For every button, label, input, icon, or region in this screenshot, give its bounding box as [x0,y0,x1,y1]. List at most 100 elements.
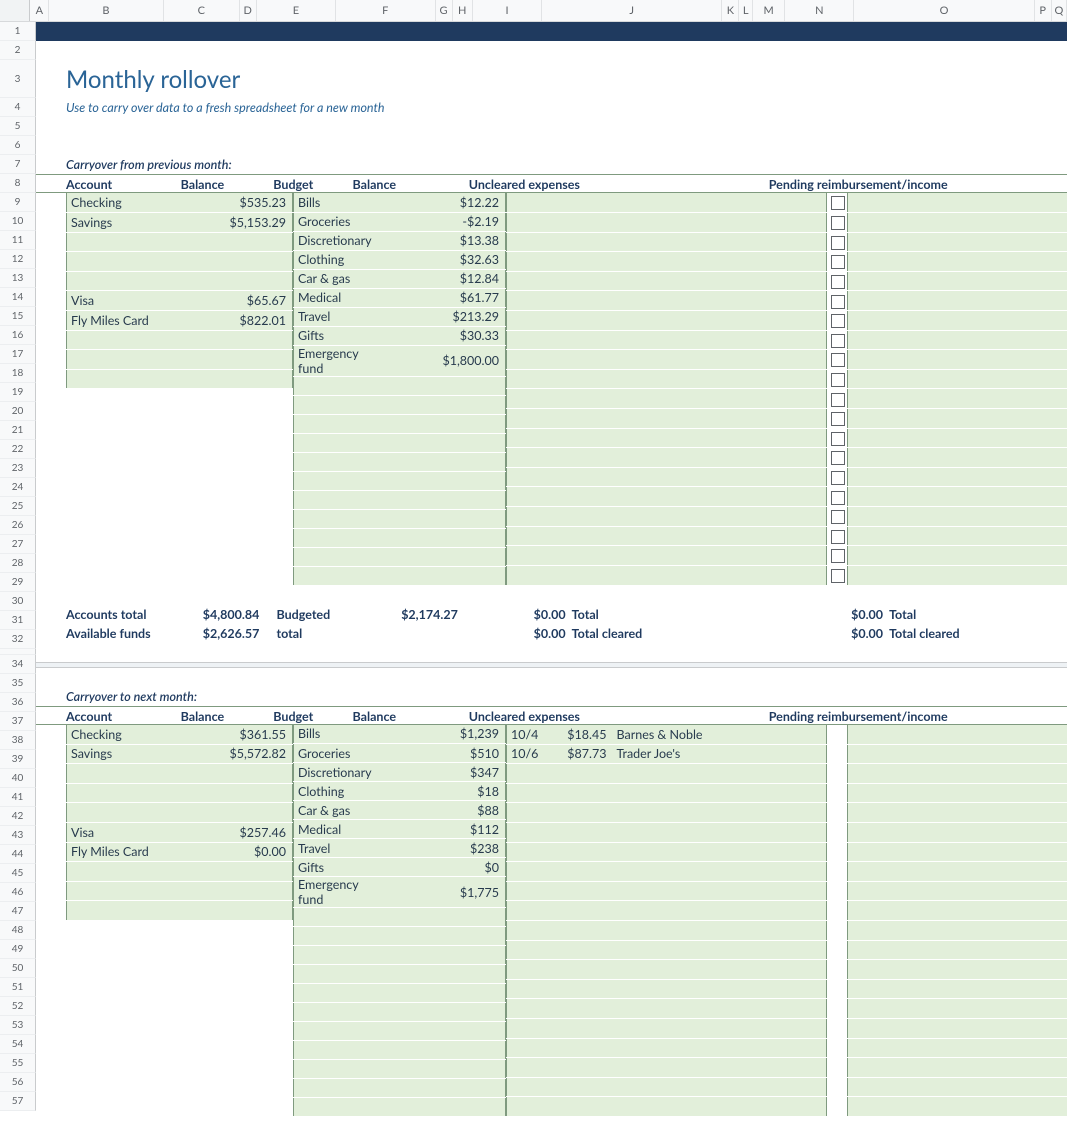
pending-date[interactable] [847,1097,885,1117]
budget-balance[interactable] [388,414,506,433]
uncleared-amount[interactable] [531,467,613,487]
pending-date[interactable] [847,507,885,527]
checkbox-icon[interactable] [831,432,845,446]
pending-date[interactable] [847,428,885,448]
pending-amount[interactable] [885,369,967,389]
checkbox-icon[interactable] [831,353,845,367]
uncleared-date[interactable] [507,565,531,585]
uncleared-amount[interactable] [531,1077,613,1097]
pending-amount[interactable] [885,901,967,921]
uncleared-date[interactable] [507,467,531,487]
account-name[interactable] [67,350,203,370]
uncleared-date[interactable] [507,1058,531,1078]
row-header-30[interactable]: 30 [0,592,36,611]
pending-desc[interactable] [967,271,1067,291]
pending-date[interactable] [847,1058,885,1078]
column-header-N[interactable]: N [785,0,854,21]
uncleared-amount[interactable] [531,842,613,862]
row-header-4[interactable]: 4 [0,98,36,117]
uncleared-amount[interactable] [531,252,613,272]
uncleared-amount[interactable] [531,940,613,960]
budget-name[interactable] [294,376,388,395]
uncleared-desc[interactable] [613,291,827,311]
budget-name[interactable]: Emergency fund [294,877,388,908]
budget-balance[interactable]: $238 [388,839,506,858]
pending-desc[interactable] [967,389,1067,409]
uncleared-desc[interactable] [613,428,827,448]
pending-date[interactable] [847,546,885,566]
budget-name[interactable] [294,1098,388,1117]
uncleared-date[interactable] [507,330,531,350]
pending-date[interactable] [847,1038,885,1058]
column-header-A[interactable]: A [30,0,49,21]
uncleared-desc[interactable] [613,979,827,999]
budget-balance[interactable]: $1,775 [388,877,506,908]
budget-name[interactable] [294,946,388,965]
row-header-10[interactable]: 10 [0,212,36,231]
uncleared-date[interactable] [507,1097,531,1117]
checkbox-icon[interactable] [831,549,845,563]
column-header-C[interactable]: C [164,0,240,21]
row-header-48[interactable]: 48 [0,921,36,940]
account-balance[interactable]: $65.67 [203,291,293,311]
uncleared-amount[interactable] [531,291,613,311]
row-header-51[interactable]: 51 [0,978,36,997]
budget-name[interactable]: Clothing [294,250,388,269]
pending-desc[interactable] [967,1097,1067,1117]
pending-date[interactable] [847,193,885,213]
pending-desc[interactable] [967,330,1067,350]
checkbox-icon[interactable] [831,334,845,348]
uncleared-date[interactable] [507,901,531,921]
uncleared-amount[interactable] [531,999,613,1019]
uncleared-amount[interactable]: $87.73 [531,744,613,764]
uncleared-date[interactable] [507,803,531,823]
uncleared-amount[interactable] [531,526,613,546]
account-name[interactable]: Checking [67,193,203,213]
checkbox-icon[interactable] [831,393,845,407]
account-name[interactable]: Fly Miles Card [67,842,203,862]
pending-amount[interactable] [885,920,967,940]
account-balance[interactable] [203,1038,293,1058]
account-balance[interactable] [203,783,293,803]
column-header-L[interactable]: L [739,0,753,21]
checkbox-icon[interactable] [831,412,845,426]
pending-date[interactable] [847,999,885,1019]
budget-balance[interactable] [388,946,506,965]
pending-date[interactable] [847,940,885,960]
account-balance[interactable]: $361.55 [203,725,293,745]
account-name[interactable] [67,1038,203,1058]
column-header-F[interactable]: F [336,0,436,21]
uncleared-desc[interactable] [613,330,827,350]
account-balance[interactable] [203,803,293,823]
pending-amount[interactable] [885,744,967,764]
account-name[interactable]: Savings [67,213,203,233]
account-name[interactable] [67,979,203,999]
uncleared-desc[interactable] [613,232,827,252]
pending-desc[interactable] [967,764,1067,784]
pending-date[interactable] [847,744,885,764]
row-header-44[interactable]: 44 [0,845,36,864]
account-balance[interactable] [203,389,293,409]
uncleared-desc[interactable] [613,507,827,527]
budget-name[interactable] [294,433,388,452]
uncleared-amount[interactable] [531,487,613,507]
pending-date[interactable] [847,803,885,823]
row-header-37[interactable]: 37 [0,712,36,731]
account-balance[interactable]: $0.00 [203,842,293,862]
budget-name[interactable] [294,965,388,984]
account-balance[interactable] [203,409,293,429]
column-header-H[interactable]: H [453,0,473,21]
uncleared-date[interactable] [507,507,531,527]
account-name[interactable] [67,428,203,448]
account-balance[interactable] [203,428,293,448]
account-balance[interactable] [203,507,293,527]
uncleared-date[interactable] [507,783,531,803]
uncleared-amount[interactable] [531,428,613,448]
uncleared-date[interactable] [507,213,531,233]
account-balance[interactable] [203,565,293,585]
pending-amount[interactable] [885,960,967,980]
row-header-3[interactable]: 3 [0,60,36,98]
pending-desc[interactable] [967,960,1067,980]
account-balance[interactable]: $257.46 [203,822,293,842]
account-name[interactable] [67,526,203,546]
